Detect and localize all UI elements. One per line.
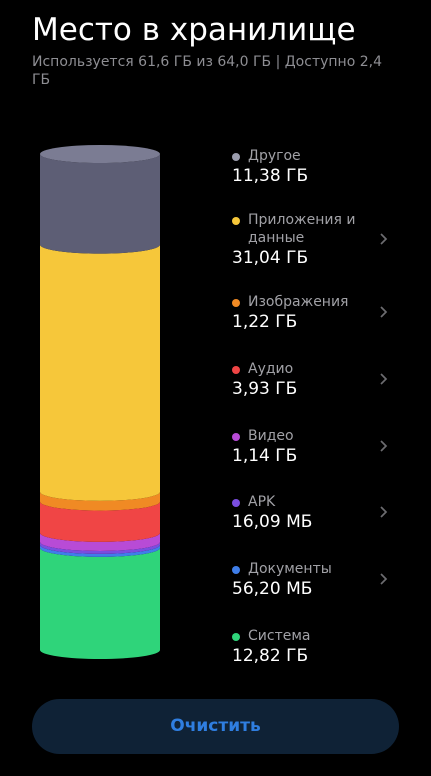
clean-button[interactable]: Очистить bbox=[32, 699, 399, 754]
cylinder-segment-other bbox=[40, 154, 160, 254]
legend-value: 1,14 ГБ bbox=[232, 446, 298, 466]
legend-dot-other bbox=[232, 153, 240, 161]
legend-label: Документы bbox=[248, 561, 332, 577]
legend-label: Видео bbox=[248, 428, 294, 444]
chevron-right-icon bbox=[380, 373, 388, 385]
legend-label: Приложения и данные bbox=[248, 212, 356, 246]
legend-dot-apk bbox=[232, 499, 240, 507]
legend-value: 11,38 ГБ bbox=[232, 166, 309, 186]
legend-item-system: Система 12,82 ГБ bbox=[232, 627, 402, 683]
cylinder-segment-apps bbox=[40, 244, 160, 501]
legend-item-apk[interactable]: APK 16,09 МБ bbox=[232, 493, 402, 549]
legend-value: 31,04 ГБ bbox=[232, 248, 309, 268]
legend-value: 1,22 ГБ bbox=[232, 312, 298, 332]
legend-value: 3,93 ГБ bbox=[232, 379, 298, 399]
legend-value: 12,82 ГБ bbox=[232, 646, 309, 666]
storage-summary: Используется 61,6 ГБ из 64,0 ГБ | Доступ… bbox=[32, 54, 382, 88]
legend-value: 56,20 МБ bbox=[232, 579, 313, 599]
legend-item-other: Другое 11,38 ГБ bbox=[232, 147, 402, 203]
chevron-right-icon bbox=[380, 506, 388, 518]
legend-dot-audio bbox=[232, 366, 240, 374]
legend-item-documents[interactable]: Документы 56,20 МБ bbox=[232, 560, 402, 616]
legend-label: Система bbox=[248, 628, 311, 644]
chevron-right-icon bbox=[380, 306, 388, 318]
legend-dot-documents bbox=[232, 566, 240, 574]
cylinder-segment-system bbox=[40, 547, 160, 659]
legend-label: Другое bbox=[248, 148, 301, 164]
cylinder-top-cap bbox=[40, 145, 160, 163]
legend-label: Изображения bbox=[248, 294, 349, 310]
legend-dot-images bbox=[232, 299, 240, 307]
legend-dot-system bbox=[232, 633, 240, 641]
legend-label: APK bbox=[248, 494, 276, 510]
storage-cylinder bbox=[40, 145, 160, 660]
chevron-right-icon bbox=[380, 440, 388, 452]
page-title: Место в хранилище bbox=[32, 12, 356, 48]
legend-item-apps[interactable]: Приложения и данные 31,04 ГБ bbox=[232, 211, 402, 271]
chevron-right-icon bbox=[380, 573, 388, 585]
legend-dot-video bbox=[232, 433, 240, 441]
legend-item-audio[interactable]: Аудио 3,93 ГБ bbox=[232, 360, 402, 416]
legend-dot-apps bbox=[232, 217, 240, 225]
legend-item-images[interactable]: Изображения 1,22 ГБ bbox=[232, 293, 402, 349]
legend-item-video[interactable]: Видео 1,14 ГБ bbox=[232, 427, 402, 483]
legend-value: 16,09 МБ bbox=[232, 512, 313, 532]
legend-label: Аудио bbox=[248, 361, 294, 377]
chevron-right-icon bbox=[380, 233, 388, 245]
storage-cylinder-svg bbox=[40, 145, 160, 659]
